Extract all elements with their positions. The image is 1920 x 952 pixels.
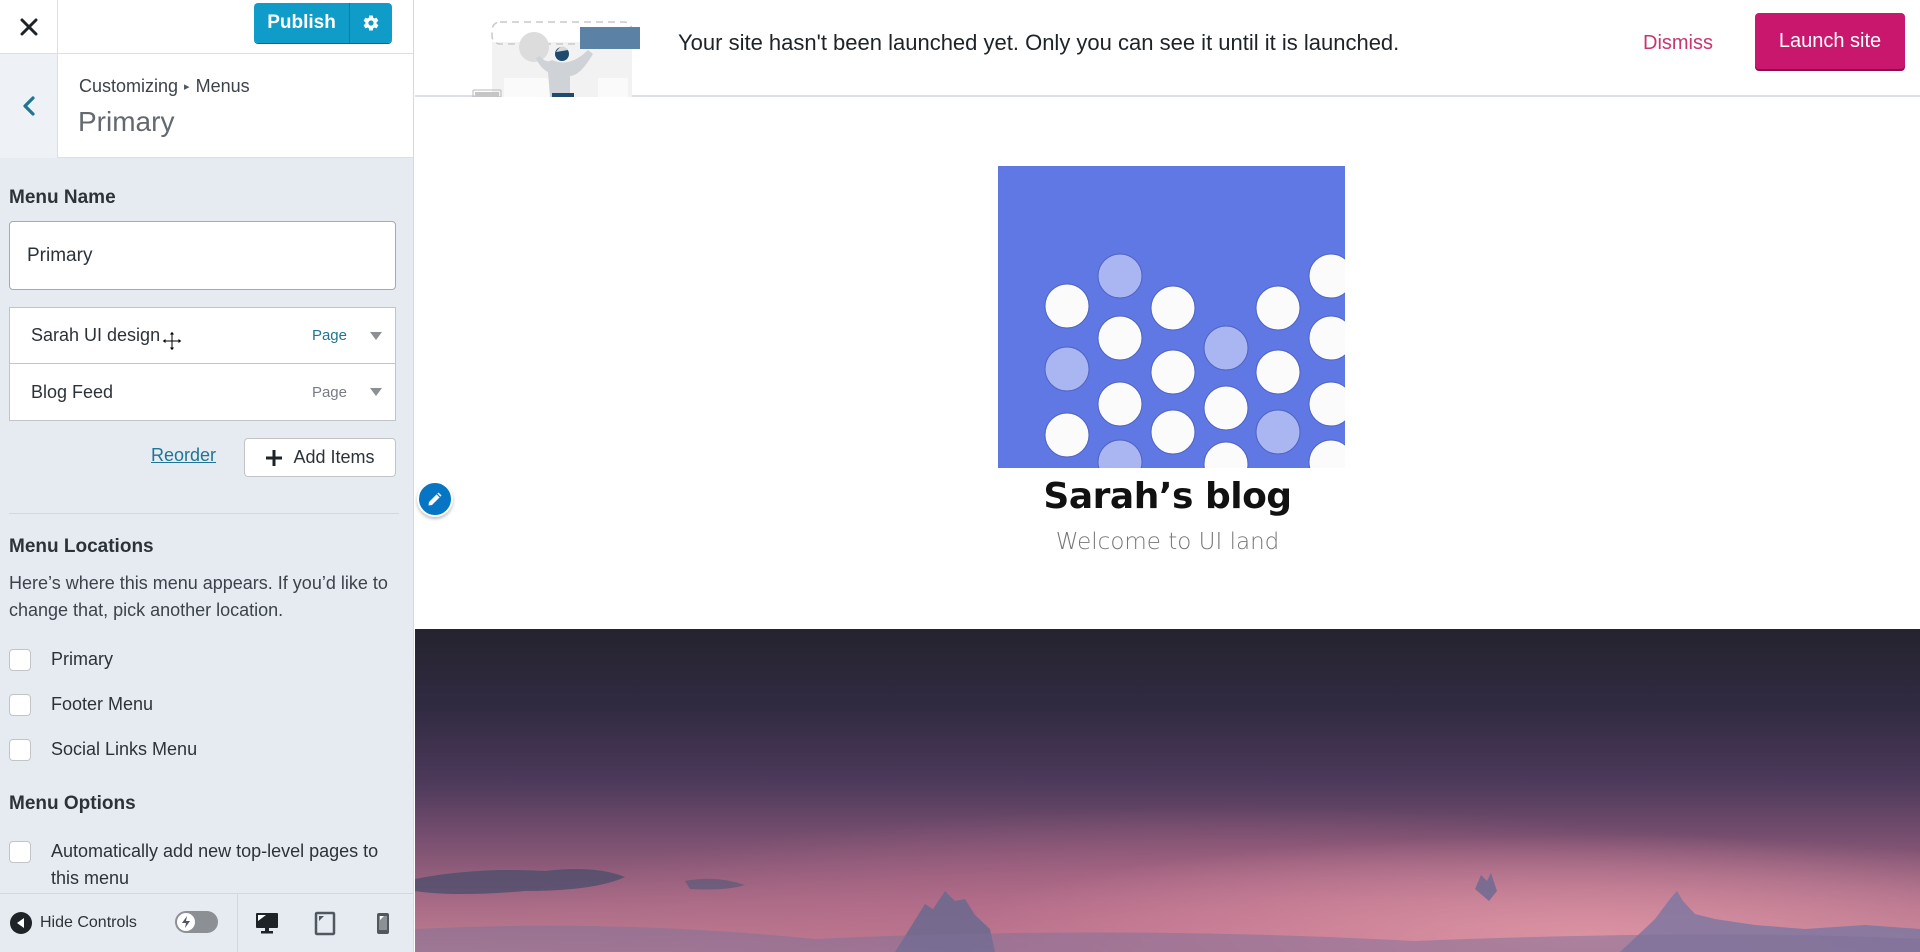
dismiss-link[interactable]: Dismiss bbox=[1643, 32, 1713, 55]
location-option-label: Social Links Menu bbox=[51, 739, 198, 759]
add-items-button[interactable]: Add Items bbox=[244, 438, 396, 477]
menu-item-type: Page bbox=[311, 383, 347, 401]
menu-name-label: Menu Name bbox=[9, 187, 116, 208]
add-items-label: Add Items bbox=[293, 447, 375, 467]
logo-dot bbox=[1044, 283, 1090, 329]
location-option-social-links-menu[interactable]: Social Links Menu bbox=[9, 738, 197, 763]
breadcrumb-current: Menus bbox=[195, 76, 250, 96]
logo-dot bbox=[1150, 349, 1196, 395]
menu-locations-description: Here’s where this menu appears. If you’d… bbox=[9, 573, 388, 620]
menu-item[interactable]: Blog Feed Page bbox=[9, 364, 396, 421]
menu-item-title: Sarah UI design bbox=[31, 325, 161, 345]
gear-icon bbox=[363, 15, 379, 31]
plus-icon bbox=[266, 449, 283, 466]
menu-item[interactable]: Sarah UI design Page bbox=[9, 307, 396, 364]
logo-dot bbox=[1150, 285, 1196, 331]
site-title[interactable]: Sarah’s blog bbox=[415, 476, 1920, 517]
device-mobile-button[interactable] bbox=[369, 909, 397, 937]
hero-cover-image bbox=[415, 629, 1920, 952]
launch-banner-message: Your site hasn't been launched yet. Only… bbox=[678, 30, 1400, 55]
launch-illustration-icon bbox=[472, 21, 640, 97]
mobile-icon bbox=[377, 913, 389, 934]
site-preview: Your site hasn't been launched yet. Only… bbox=[415, 0, 1920, 952]
menu-locations-heading: Menu Locations bbox=[9, 536, 154, 557]
location-option-label: Primary bbox=[51, 649, 113, 669]
tablet-icon bbox=[314, 911, 336, 936]
location-option-label: Footer Menu bbox=[51, 694, 154, 714]
logo-dot bbox=[1255, 349, 1301, 395]
edit-menu-shortcut[interactable] bbox=[417, 481, 453, 517]
checkbox[interactable] bbox=[9, 739, 31, 761]
site-tagline: Welcome to UI land bbox=[1055, 529, 1280, 555]
breadcrumb: Customizing ▸ Menus bbox=[79, 76, 250, 97]
caret-down-icon[interactable] bbox=[369, 331, 383, 341]
customizer-sidebar: Publish Customizing ▸ Menus Primary Menu N… bbox=[0, 0, 414, 952]
close-icon bbox=[20, 18, 37, 36]
device-tablet-button[interactable] bbox=[311, 909, 339, 937]
device-desktop-button[interactable] bbox=[253, 909, 281, 937]
menu-items-list: Sarah UI design Page Blog Feed Page bbox=[9, 307, 396, 421]
menu-name-input[interactable] bbox=[9, 221, 396, 290]
auto-add-pages-label: Automatically add new top-level pages to… bbox=[51, 841, 379, 888]
reorder-link[interactable]: Reorder bbox=[151, 445, 216, 466]
site-logo[interactable] bbox=[998, 166, 1345, 468]
toggle-knob bbox=[176, 912, 196, 932]
section-divider bbox=[9, 513, 399, 514]
publish-settings-button[interactable] bbox=[350, 3, 392, 43]
logo-dot bbox=[1203, 325, 1249, 371]
location-option-primary[interactable]: Primary bbox=[9, 648, 113, 673]
menu-options-heading: Menu Options bbox=[9, 793, 136, 814]
auto-add-pages-option[interactable]: Automatically add new top-level pages to… bbox=[9, 840, 404, 892]
launch-site-button[interactable]: Launch site bbox=[1755, 13, 1905, 69]
checkbox[interactable] bbox=[9, 649, 31, 671]
section-title: Primary bbox=[78, 106, 175, 137]
sidebar-footer: Hide Controls bbox=[0, 893, 413, 952]
logo-dot bbox=[1044, 412, 1090, 458]
hide-controls-label: Hide Controls bbox=[40, 914, 137, 931]
logo-dot bbox=[1255, 285, 1301, 331]
footer-divider bbox=[237, 894, 238, 952]
menu-item-type: Page bbox=[311, 327, 347, 344]
sidebar-top-bar: Publish bbox=[0, 0, 413, 54]
checkbox[interactable] bbox=[9, 694, 31, 716]
section-header: Customizing ▸ Menus Primary bbox=[0, 54, 413, 158]
location-option-footer-menu[interactable]: Footer Menu bbox=[9, 693, 153, 718]
launch-banner: Your site hasn't been launched yet. Only… bbox=[415, 0, 1920, 97]
logo-dot bbox=[1097, 315, 1143, 361]
publish-button[interactable]: Publish bbox=[254, 3, 350, 43]
logo-dot bbox=[1097, 253, 1143, 299]
collapse-arrow-icon bbox=[10, 912, 32, 934]
breadcrumb-root: Customizing bbox=[79, 76, 179, 96]
hide-controls-button[interactable]: Hide Controls bbox=[10, 912, 137, 934]
caret-down-icon[interactable] bbox=[369, 387, 383, 397]
logo-dot bbox=[1255, 409, 1301, 455]
publish-button-group: Publish bbox=[254, 3, 392, 43]
close-customizer-button[interactable] bbox=[0, 0, 58, 54]
desktop-icon bbox=[256, 913, 278, 934]
menu-item-title: Blog Feed bbox=[31, 381, 114, 402]
logo-dot bbox=[1097, 381, 1143, 427]
logo-dot bbox=[1203, 385, 1249, 431]
mountain-silhouette-icon bbox=[415, 869, 1920, 952]
breadcrumb-separator-icon: ▸ bbox=[184, 81, 190, 93]
chevron-left-icon bbox=[22, 96, 35, 116]
checkbox[interactable] bbox=[9, 841, 31, 863]
pencil-icon bbox=[428, 492, 442, 506]
logo-dot bbox=[1044, 346, 1090, 392]
lightning-icon bbox=[182, 916, 190, 928]
back-button[interactable] bbox=[0, 54, 58, 158]
logo-dot bbox=[1150, 409, 1196, 455]
preview-toggle[interactable] bbox=[175, 911, 218, 933]
